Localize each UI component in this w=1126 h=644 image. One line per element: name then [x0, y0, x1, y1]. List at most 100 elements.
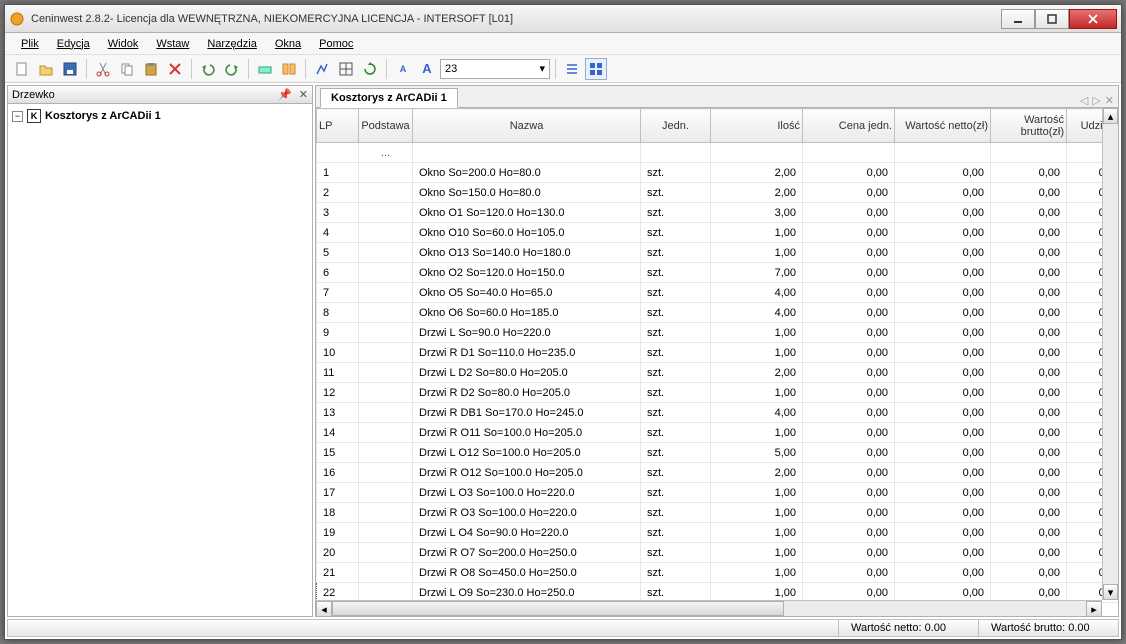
- cell-nazwa[interactable]: Okno So=150.0 Ho=80.0: [413, 183, 641, 203]
- cell-cena[interactable]: 0,00: [803, 183, 895, 203]
- cell-jedn[interactable]: szt.: [641, 203, 711, 223]
- cell-lp[interactable]: 7: [317, 283, 359, 303]
- cell-ilosc[interactable]: 4,00: [711, 403, 803, 423]
- hscroll-thumb[interactable]: [332, 601, 784, 616]
- view-list-icon[interactable]: [561, 58, 583, 80]
- cell-jedn[interactable]: szt.: [641, 423, 711, 443]
- table-row[interactable]: 20Drzwi R O7 So=200.0 Ho=250.0szt.1,000,…: [317, 543, 1119, 563]
- tab-prev-icon[interactable]: ◁: [1080, 94, 1088, 107]
- table-row[interactable]: 9Drzwi L So=90.0 Ho=220.0szt.1,000,000,0…: [317, 323, 1119, 343]
- menu-wstaw[interactable]: Wstaw: [148, 36, 197, 52]
- tab-kosztorys[interactable]: Kosztorys z ArCADii 1: [320, 88, 458, 108]
- col-wnetto[interactable]: Wartość netto(zł): [895, 109, 991, 143]
- cell-cena[interactable]: 0,00: [803, 383, 895, 403]
- cell-nazwa[interactable]: Drzwi R DB1 So=170.0 Ho=245.0: [413, 403, 641, 423]
- cell-jedn[interactable]: szt.: [641, 563, 711, 583]
- cell-podstawa[interactable]: [359, 523, 413, 543]
- cell-cena[interactable]: 0,00: [803, 563, 895, 583]
- cell-wbrutto[interactable]: 0,00: [991, 183, 1067, 203]
- table-row[interactable]: 16Drzwi R O12 So=100.0 Ho=205.0szt.2,000…: [317, 463, 1119, 483]
- cell-wbrutto[interactable]: 0,00: [991, 443, 1067, 463]
- tab-next-icon[interactable]: ▷: [1092, 94, 1100, 107]
- close-button[interactable]: [1069, 9, 1117, 29]
- cell-nazwa[interactable]: Drzwi R O11 So=100.0 Ho=205.0: [413, 423, 641, 443]
- table-row[interactable]: 3Okno O1 So=120.0 Ho=130.0szt.3,000,000,…: [317, 203, 1119, 223]
- cell-podstawa[interactable]: [359, 503, 413, 523]
- cell-wbrutto[interactable]: 0,00: [991, 503, 1067, 523]
- col-jedn[interactable]: Jedn.: [641, 109, 711, 143]
- cell-wbrutto[interactable]: 0,00: [991, 383, 1067, 403]
- cell-cena[interactable]: 0,00: [803, 443, 895, 463]
- cell-cena[interactable]: 0,00: [803, 163, 895, 183]
- new-icon[interactable]: [11, 58, 33, 80]
- table-row[interactable]: 2Okno So=150.0 Ho=80.0szt.2,000,000,000,…: [317, 183, 1119, 203]
- cell-podstawa[interactable]: [359, 383, 413, 403]
- cell-ilosc[interactable]: 1,00: [711, 323, 803, 343]
- undo-icon[interactable]: [197, 58, 219, 80]
- pin-icon[interactable]: 📌: [278, 89, 292, 101]
- cell-jedn[interactable]: szt.: [641, 503, 711, 523]
- table-row[interactable]: 7Okno O5 So=40.0 Ho=65.0szt.4,000,000,00…: [317, 283, 1119, 303]
- cell-wbrutto[interactable]: 0,00: [991, 563, 1067, 583]
- cell-wbrutto[interactable]: 0,00: [991, 243, 1067, 263]
- tree-close-icon[interactable]: ✕: [299, 89, 308, 101]
- font-small-icon[interactable]: A: [392, 58, 414, 80]
- cell-podstawa[interactable]: [359, 363, 413, 383]
- cell-nazwa[interactable]: Okno So=200.0 Ho=80.0: [413, 163, 641, 183]
- cell-ilosc[interactable]: 7,00: [711, 263, 803, 283]
- table-row[interactable]: 10Drzwi R D1 So=110.0 Ho=235.0szt.1,000,…: [317, 343, 1119, 363]
- cell-nazwa[interactable]: Drzwi R O8 So=450.0 Ho=250.0: [413, 563, 641, 583]
- table-row[interactable]: 19Drzwi L O4 So=90.0 Ho=220.0szt.1,000,0…: [317, 523, 1119, 543]
- cell-ilosc[interactable]: 1,00: [711, 243, 803, 263]
- cell-nazwa[interactable]: Okno O13 So=140.0 Ho=180.0: [413, 243, 641, 263]
- cell-podstawa[interactable]: [359, 203, 413, 223]
- cell-nazwa[interactable]: Drzwi R O12 So=100.0 Ho=205.0: [413, 463, 641, 483]
- table-row[interactable]: 18Drzwi R O3 So=100.0 Ho=220.0szt.1,000,…: [317, 503, 1119, 523]
- cell-ilosc[interactable]: 3,00: [711, 203, 803, 223]
- cell-cena[interactable]: 0,00: [803, 543, 895, 563]
- menu-widok[interactable]: Widok: [100, 36, 147, 52]
- cell-ilosc[interactable]: 2,00: [711, 463, 803, 483]
- cell-wnetto[interactable]: 0,00: [895, 203, 991, 223]
- scroll-right-icon[interactable]: ▸: [1086, 601, 1102, 616]
- cell-lp[interactable]: 6: [317, 263, 359, 283]
- col-lp[interactable]: LP: [317, 109, 359, 143]
- cell-wbrutto[interactable]: 0,00: [991, 423, 1067, 443]
- cell-lp[interactable]: 20: [317, 543, 359, 563]
- cell-ilosc[interactable]: 1,00: [711, 383, 803, 403]
- cell-wnetto[interactable]: 0,00: [895, 183, 991, 203]
- cell-wbrutto[interactable]: 0,00: [991, 303, 1067, 323]
- cell-wnetto[interactable]: 0,00: [895, 503, 991, 523]
- save-icon[interactable]: [59, 58, 81, 80]
- table-row[interactable]: 13Drzwi R DB1 So=170.0 Ho=245.0szt.4,000…: [317, 403, 1119, 423]
- cell-cena[interactable]: 0,00: [803, 463, 895, 483]
- cell-lp[interactable]: 3: [317, 203, 359, 223]
- cell-wbrutto[interactable]: 0,00: [991, 543, 1067, 563]
- table-row[interactable]: 12Drzwi R D2 So=80.0 Ho=205.0szt.1,000,0…: [317, 383, 1119, 403]
- tool-c-icon[interactable]: [311, 58, 333, 80]
- cell-nazwa[interactable]: Drzwi R O3 So=100.0 Ho=220.0: [413, 503, 641, 523]
- cell-wnetto[interactable]: 0,00: [895, 443, 991, 463]
- cell-wbrutto[interactable]: 0,00: [991, 483, 1067, 503]
- cell-wnetto[interactable]: 0,00: [895, 563, 991, 583]
- cell-podstawa[interactable]: [359, 323, 413, 343]
- cell-podstawa[interactable]: [359, 223, 413, 243]
- cell-ilosc[interactable]: 4,00: [711, 283, 803, 303]
- cell-podstawa[interactable]: [359, 263, 413, 283]
- cell-nazwa[interactable]: Okno O6 So=60.0 Ho=185.0: [413, 303, 641, 323]
- cell-jedn[interactable]: szt.: [641, 263, 711, 283]
- cell-lp[interactable]: 8: [317, 303, 359, 323]
- table-row-dots[interactable]: ...: [317, 143, 1119, 163]
- table-row[interactable]: 6Okno O2 So=120.0 Ho=150.0szt.7,000,000,…: [317, 263, 1119, 283]
- font-large-icon[interactable]: A: [416, 58, 438, 80]
- scroll-left-icon[interactable]: ◂: [316, 601, 332, 616]
- cell-ilosc[interactable]: 1,00: [711, 523, 803, 543]
- cell-lp[interactable]: 4: [317, 223, 359, 243]
- cell-cena[interactable]: 0,00: [803, 363, 895, 383]
- cell-podstawa[interactable]: [359, 183, 413, 203]
- cell-nazwa[interactable]: Okno O1 So=120.0 Ho=130.0: [413, 203, 641, 223]
- cell-wnetto[interactable]: 0,00: [895, 423, 991, 443]
- cell-nazwa[interactable]: Drzwi R D1 So=110.0 Ho=235.0: [413, 343, 641, 363]
- cell-lp[interactable]: 9: [317, 323, 359, 343]
- cell-ilosc[interactable]: 1,00: [711, 343, 803, 363]
